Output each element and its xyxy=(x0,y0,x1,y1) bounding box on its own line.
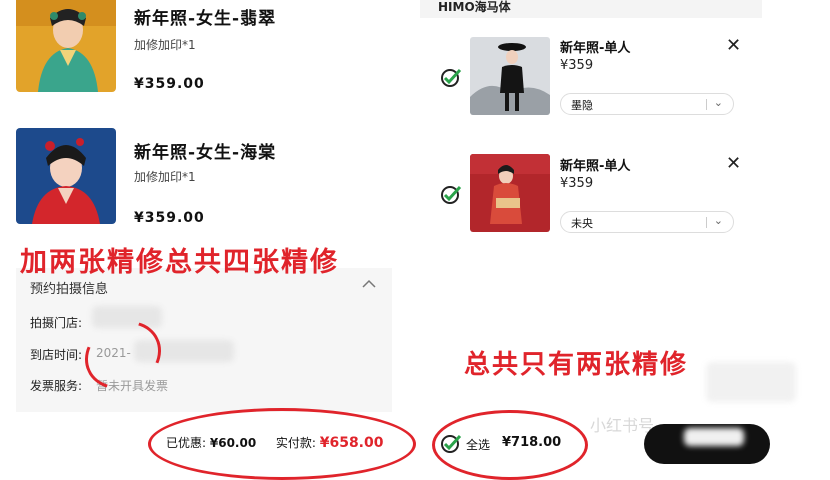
chevron-down-icon: ⌄ xyxy=(713,96,723,109)
annotation-note-left: 加两张精修总共四张精修 xyxy=(20,247,339,278)
booking-title: 预约拍摄信息 xyxy=(30,282,109,297)
product-image-feicui[interactable] xyxy=(16,0,116,92)
paid-label: 实付款: xyxy=(275,436,316,450)
product-title: 新年照-女生-海棠 xyxy=(134,143,277,163)
style-select-dropdown[interactable]: 墨隐 ⌄ xyxy=(560,93,734,115)
cart-item-price: ¥359 xyxy=(560,176,594,191)
select-all-checkbox-icon[interactable] xyxy=(440,432,462,458)
cart-item-title: 新年照-单人 xyxy=(560,159,631,174)
watermark: 小红书号 xyxy=(590,416,655,435)
annotation-note-right: 总共只有两张精修 xyxy=(464,350,689,380)
product-price: ¥359.00 xyxy=(134,76,205,92)
invoice-label: 发票服务: xyxy=(30,379,83,393)
cart-item-image-moyin[interactable] xyxy=(470,37,550,115)
checked-icon[interactable] xyxy=(440,66,462,92)
discount-value: ¥60.00 xyxy=(209,436,257,450)
close-icon[interactable]: ✕ xyxy=(726,35,741,56)
divider xyxy=(706,99,707,110)
cart-total: ¥718.00 xyxy=(502,435,562,450)
redacted-watermark xyxy=(706,362,796,402)
redacted-checkout-label xyxy=(684,428,744,446)
store-label: 拍摄门店: xyxy=(30,316,83,330)
checked-icon[interactable] xyxy=(440,183,462,209)
style-select-value: 未央 xyxy=(571,217,593,230)
paid-value: ¥658.00 xyxy=(319,435,384,451)
discount-label: 已优惠: xyxy=(166,436,207,450)
select-all-label[interactable]: 全选 xyxy=(466,436,490,453)
cart-item-title: 新年照-单人 xyxy=(560,41,631,56)
close-icon[interactable]: ✕ xyxy=(726,153,741,174)
cart-item-price: ¥359 xyxy=(560,58,594,73)
cart-item-image-weiyang[interactable] xyxy=(470,154,550,232)
style-select-dropdown[interactable]: 未央 ⌄ xyxy=(560,211,734,233)
product-title: 新年照-女生-翡翠 xyxy=(134,9,277,29)
style-select-value: 墨隐 xyxy=(571,99,593,112)
product-addon: 加修加印*1 xyxy=(134,170,196,184)
chevron-down-icon: ⌄ xyxy=(713,214,723,227)
divider xyxy=(706,217,707,228)
product-addon: 加修加印*1 xyxy=(134,38,196,52)
product-price: ¥359.00 xyxy=(134,210,205,226)
product-image-haitang[interactable] xyxy=(16,128,116,224)
chevron-up-icon[interactable] xyxy=(362,278,376,293)
arrival-time-label: 到店时间: xyxy=(30,348,83,362)
order-summary: 已优惠: ¥60.00 实付款: ¥658.00 xyxy=(166,434,383,451)
brand-logo: HIMO海马体 xyxy=(438,0,511,14)
